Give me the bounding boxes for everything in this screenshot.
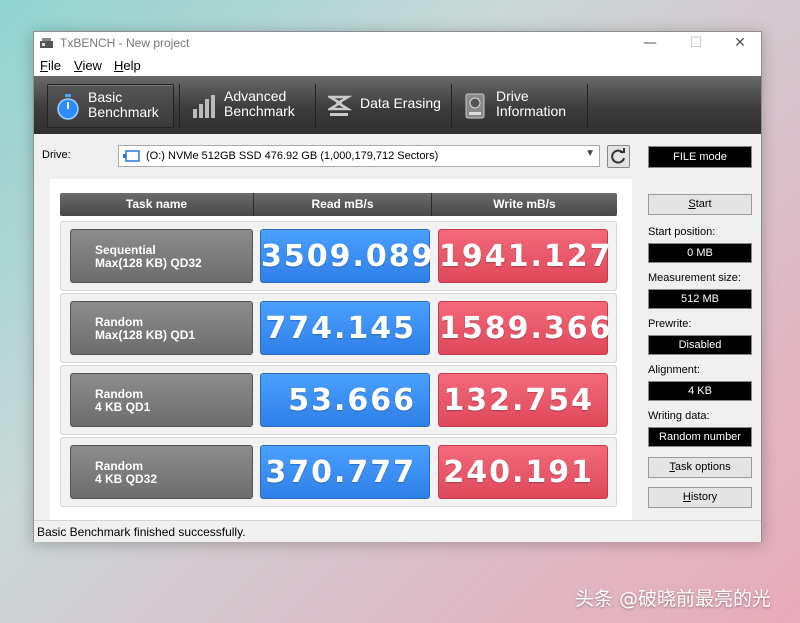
history-button[interactable]: History — [648, 487, 752, 508]
close-icon[interactable]: ✕ — [717, 32, 763, 55]
start-position-label: Start position: — [648, 226, 716, 238]
start-position-value[interactable]: 0 MB — [648, 243, 752, 263]
header-write: Write mB/s — [493, 197, 556, 211]
benchmark-panel: Task name Read mB/s Write mB/s Sequentia… — [50, 179, 632, 534]
tab-advanced-line1: Advanced — [224, 88, 287, 104]
task-options-button[interactable]: Task options — [648, 457, 752, 478]
read-value: 370.777 — [260, 445, 430, 499]
stopwatch-icon — [57, 94, 79, 120]
eraser-icon — [328, 95, 352, 116]
table-row: Random Max(128 KB) QD1 774.145 1589.366 — [60, 293, 617, 363]
menu-file[interactable]: File — [40, 58, 61, 73]
read-value: 53.666 — [260, 373, 430, 427]
task-name-line1: Random — [95, 459, 143, 473]
prewrite-label: Prewrite: — [648, 318, 692, 330]
bar-graph-icon — [193, 95, 215, 118]
prewrite-value[interactable]: Disabled — [648, 335, 752, 355]
tab-advanced-line2: Benchmark — [224, 103, 295, 119]
task-name-line2: 4 KB QD1 — [95, 400, 151, 414]
toolbar-separator — [587, 84, 588, 128]
measurement-size-value[interactable]: 512 MB — [648, 289, 752, 309]
header-read: Read mB/s — [311, 197, 374, 211]
drive-select[interactable]: (O:) NVMe 512GB SSD 476.92 GB (1,000,179… — [118, 145, 600, 167]
alignment-label: Alignment: — [648, 364, 700, 376]
drive-info-icon — [465, 93, 485, 119]
task-button[interactable]: Random Max(128 KB) QD1 — [70, 301, 253, 355]
refresh-icon — [611, 148, 625, 164]
task-button[interactable]: Random 4 KB QD32 — [70, 445, 253, 499]
tab-basic-line1: Basic — [88, 89, 123, 105]
writing-data-value[interactable]: Random number — [648, 427, 752, 447]
header-task-name: Task name — [125, 197, 188, 211]
refresh-button[interactable] — [607, 145, 630, 168]
tab-data-erasing[interactable]: Data Erasing — [320, 84, 448, 128]
table-row: Random 4 KB QD1 53.666 132.754 — [60, 365, 617, 435]
task-name-line1: Sequential — [95, 243, 156, 257]
task-button[interactable]: Random 4 KB QD1 — [70, 373, 253, 427]
table-header: Task name Read mB/s Write mB/s — [60, 193, 617, 216]
app-icon — [40, 38, 53, 48]
status-text: Basic Benchmark finished successfully. — [37, 525, 246, 539]
task-name-line2: 4 KB QD32 — [95, 472, 158, 486]
status-bar: Basic Benchmark finished successfully. — [34, 520, 761, 542]
task-name-line2: Max(128 KB) QD1 — [95, 328, 196, 342]
tab-advanced-benchmark[interactable]: Advanced Benchmark — [184, 84, 314, 128]
task-name-line1: Random — [95, 315, 143, 329]
read-value: 3509.089 — [260, 229, 433, 283]
writing-data-label: Writing data: — [648, 410, 710, 422]
measurement-size-label: Measurement size: — [648, 272, 741, 284]
tab-basic-benchmark[interactable]: Basic Benchmark — [47, 84, 174, 128]
write-value: 1941.127 — [438, 229, 611, 283]
tab-erasing-label: Data Erasing — [360, 95, 441, 111]
read-value: 774.145 — [260, 301, 430, 355]
tab-drive-information[interactable]: Drive Information — [456, 84, 586, 128]
maximize-icon[interactable]: ☐ — [673, 32, 719, 55]
title-bar: TxBENCH - New project — ☐ ✕ — [34, 32, 761, 55]
write-value: 1589.366 — [438, 301, 611, 355]
tab-drive-line2: Information — [496, 103, 567, 119]
txbench-window: TxBENCH - New project — ☐ ✕ File View He… — [33, 31, 762, 542]
write-value: 240.191 — [438, 445, 608, 499]
ssd-drive-icon — [123, 150, 140, 162]
task-name-line1: Random — [95, 387, 143, 401]
chevron-down-icon: ▼ — [585, 148, 595, 159]
toolbar-separator — [179, 84, 180, 128]
task-button[interactable]: Sequential Max(128 KB) QD32 — [70, 229, 253, 283]
toolbar-separator — [315, 84, 316, 128]
tab-basic-line2: Benchmark — [88, 104, 159, 120]
task-name-line2: Max(128 KB) QD32 — [95, 256, 202, 270]
start-button[interactable]: Start — [648, 194, 752, 215]
menu-bar: File View Help — [34, 55, 761, 76]
mode-indicator: FILE mode — [648, 146, 752, 168]
alignment-value[interactable]: 4 KB — [648, 381, 752, 401]
tab-drive-line1: Drive — [496, 88, 529, 104]
menu-help[interactable]: Help — [114, 58, 141, 73]
toolbar: Basic Benchmark Advanced Benchmark Data … — [34, 76, 761, 134]
drive-label: Drive: — [42, 149, 71, 161]
minimize-icon[interactable]: — — [627, 32, 673, 55]
watermark-text: 头条 @破晓前最亮的光 — [575, 588, 772, 610]
toolbar-separator — [451, 84, 452, 128]
drive-selected-value: (O:) NVMe 512GB SSD 476.92 GB (1,000,179… — [146, 150, 439, 162]
window-title: TxBENCH - New project — [60, 36, 190, 50]
write-value: 132.754 — [438, 373, 608, 427]
menu-view[interactable]: View — [74, 58, 102, 73]
table-row: Random 4 KB QD32 370.777 240.191 — [60, 437, 617, 507]
table-row: Sequential Max(128 KB) QD32 3509.089 194… — [60, 221, 617, 291]
